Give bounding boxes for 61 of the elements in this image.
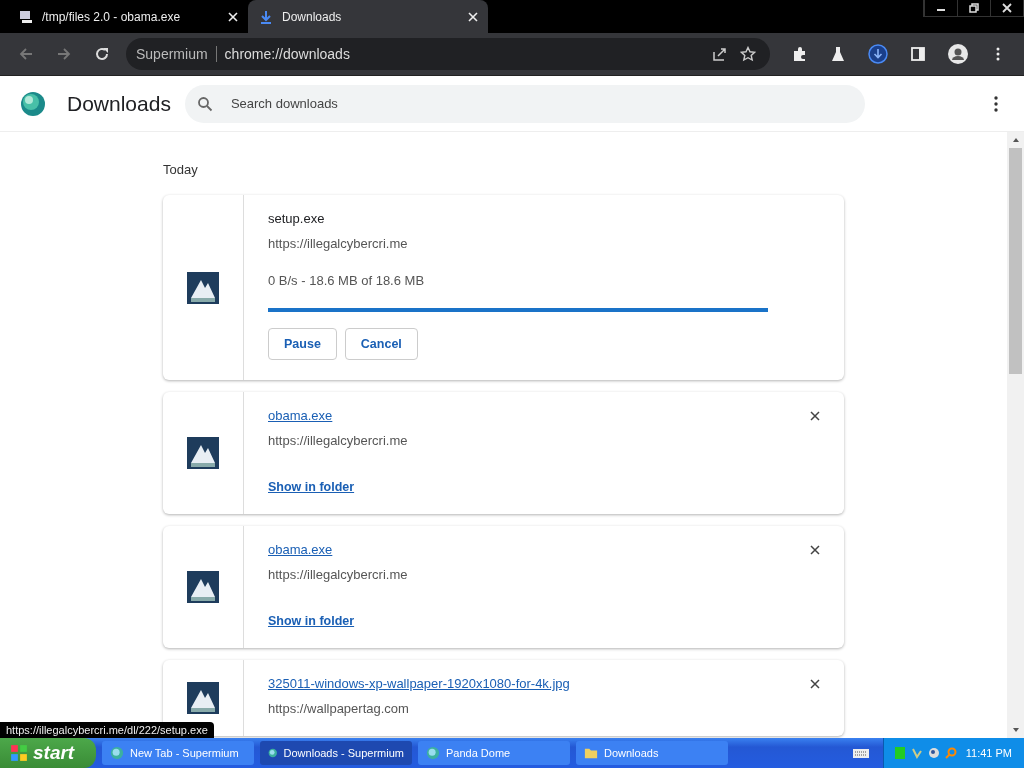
forward-icon[interactable] bbox=[56, 46, 72, 62]
source-url: https://wallpapertag.com bbox=[268, 701, 410, 716]
file-link[interactable]: obama.exe bbox=[268, 408, 333, 423]
windows-logo-icon bbox=[10, 744, 28, 762]
tab-title: Downloads bbox=[282, 9, 343, 24]
search-icon bbox=[196, 95, 213, 112]
globe-icon bbox=[426, 746, 440, 760]
status-link-tooltip: https://illegalcybercri.me/dl/222/setup.exe bbox=[0, 722, 214, 738]
source-url: https://illegalcybercri.me bbox=[268, 567, 409, 582]
search-field[interactable]: Search downloads bbox=[184, 84, 865, 123]
scroll-up-icon[interactable] bbox=[1011, 136, 1020, 144]
flask-icon[interactable] bbox=[830, 46, 846, 62]
page-title: Downloads bbox=[67, 91, 171, 116]
restore-icon bbox=[969, 3, 979, 13]
browser-tab[interactable]: /tmp/files 2.0 - obama.exe bbox=[8, 0, 248, 33]
download-button[interactable]: Pause bbox=[268, 328, 337, 360]
share-icon[interactable] bbox=[712, 46, 728, 62]
scroll-thumb[interactable] bbox=[1009, 148, 1022, 374]
start-button[interactable]: start bbox=[0, 738, 96, 768]
keyboard-icon[interactable] bbox=[852, 747, 869, 759]
puzzle-icon[interactable] bbox=[792, 46, 808, 62]
side-panel-icon[interactable] bbox=[910, 46, 926, 62]
progress-text: 0 B/s - 18.6 MB of 18.6 MB bbox=[268, 273, 426, 288]
source-url: https://illegalcybercri.me bbox=[268, 236, 409, 251]
source-url: https://illegalcybercri.me bbox=[268, 433, 409, 448]
file-link[interactable]: obama.exe bbox=[268, 542, 333, 557]
file-link[interactable]: 325011-windows-xp-wallpaper-1920x1080-for-4k.jpg bbox=[268, 676, 570, 691]
globe-icon bbox=[110, 746, 124, 760]
taskbar-item[interactable]: Downloads - Supermium bbox=[260, 741, 412, 765]
download-icon bbox=[258, 8, 274, 25]
more-options-icon[interactable] bbox=[994, 95, 998, 112]
browser-tab[interactable]: Downloads bbox=[248, 0, 488, 33]
back-icon[interactable] bbox=[18, 46, 34, 62]
globe-logo-icon bbox=[20, 90, 46, 117]
file-icon bbox=[187, 571, 219, 603]
file-icon bbox=[187, 682, 219, 714]
close-icon[interactable] bbox=[810, 544, 820, 555]
close-icon[interactable] bbox=[810, 678, 820, 689]
file-icon bbox=[187, 437, 219, 469]
star-icon[interactable] bbox=[740, 46, 756, 62]
tab-title: /tmp/files 2.0 - obama.exe bbox=[42, 9, 182, 24]
file-name: setup.exe bbox=[268, 211, 326, 226]
avatar-icon[interactable] bbox=[948, 44, 968, 64]
computer-icon bbox=[18, 8, 34, 25]
taskbar-item[interactable]: Downloads bbox=[576, 741, 728, 765]
address-bar[interactable]: Supermium chrome://downloads bbox=[126, 38, 770, 70]
taskbar-item[interactable]: Panda Dome bbox=[418, 741, 570, 765]
reload-icon[interactable] bbox=[94, 46, 110, 62]
taskbar-item[interactable]: New Tab - Supermium bbox=[102, 741, 254, 765]
close-icon[interactable] bbox=[810, 410, 820, 421]
close-icon bbox=[1002, 3, 1012, 13]
file-icon bbox=[187, 271, 219, 304]
section-heading: Today bbox=[163, 162, 199, 177]
clock: 11:41 PM bbox=[965, 747, 1012, 759]
globe-icon bbox=[268, 746, 278, 760]
show-in-folder-link[interactable]: Show in folder bbox=[268, 614, 355, 628]
show-in-folder-link[interactable]: Show in folder bbox=[268, 480, 355, 494]
folder-icon bbox=[584, 746, 598, 760]
download-button[interactable]: Cancel bbox=[344, 328, 418, 360]
scroll-down-icon[interactable] bbox=[1011, 726, 1020, 734]
download-icon[interactable] bbox=[868, 44, 888, 64]
